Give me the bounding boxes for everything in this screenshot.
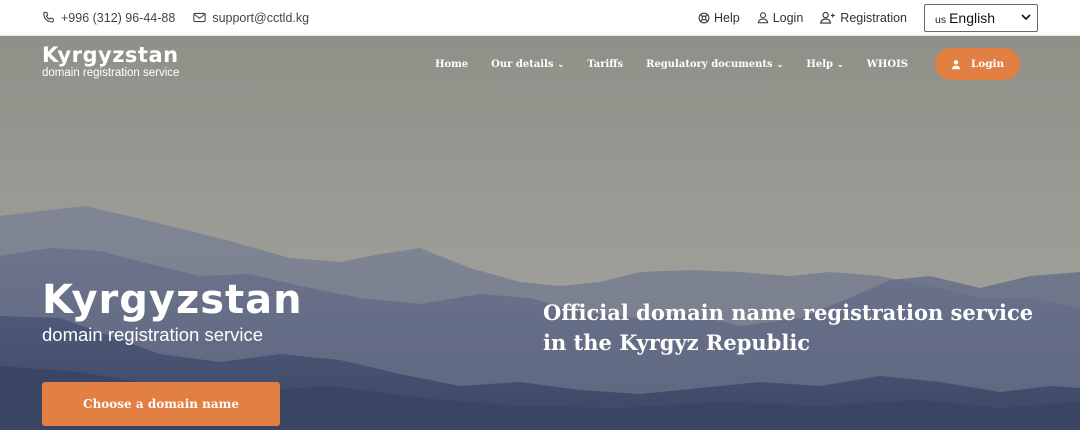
headline-line-1: Official domain name registration servic…: [543, 300, 1034, 325]
chevron-down-icon: ⌄: [557, 59, 565, 69]
registration-link-label: Registration: [840, 10, 907, 25]
login-link[interactable]: Login: [757, 10, 804, 25]
choose-domain-label: Choose a domain name: [83, 397, 239, 411]
phone-number: +996 (312) 96-44-88: [61, 10, 176, 25]
logo-title: Kyrgyzstan: [42, 43, 179, 67]
hero-section: Kyrgyzstan domain registration service H…: [0, 36, 1080, 430]
account-links: Help Login Registration us English: [681, 3, 1038, 32]
nav-item-our-details[interactable]: Our details ⌄: [491, 59, 564, 70]
email-address: support@cctld.kg: [212, 10, 310, 25]
language-selected: us English: [935, 10, 995, 26]
help-link[interactable]: Help: [698, 11, 740, 25]
hero-brand-tagline: domain registration service: [42, 324, 264, 345]
user-icon: [951, 59, 960, 69]
mountain-background: [0, 206, 1080, 430]
phone-contact[interactable]: +996 (312) 96-44-88: [42, 11, 175, 25]
lifebuoy-icon: [698, 12, 710, 23]
nav-login-label: Login: [970, 58, 1005, 70]
nav-item-label: Tariffs: [587, 58, 624, 70]
chevron-down-icon: [1021, 14, 1031, 21]
user-plus-icon: [820, 11, 836, 24]
phone-icon: [43, 11, 54, 23]
hero-brand: Kyrgyzstan domain registration service: [42, 278, 303, 346]
nav-item-help[interactable]: Help ⌄: [806, 59, 843, 70]
nav-item-home[interactable]: Home: [435, 59, 468, 70]
nav-item-label: Regulatory documents: [646, 58, 773, 70]
registration-link[interactable]: Registration: [820, 11, 907, 25]
nav-login-button[interactable]: Login: [935, 48, 1020, 80]
nav-item-label: Help: [806, 58, 833, 70]
nav-item-label: WHOIS: [866, 58, 908, 70]
email-contact[interactable]: support@cctld.kg: [193, 11, 309, 25]
language-label: English: [949, 9, 996, 26]
nav-item-regulatory-documents[interactable]: Regulatory documents ⌄: [646, 59, 783, 70]
choose-domain-button[interactable]: Choose a domain name: [42, 382, 280, 426]
login-link-label: Login: [772, 10, 804, 25]
hero-headline: Official domain name registration servic…: [543, 298, 1043, 358]
hero-brand-title: Kyrgyzstan: [42, 277, 303, 323]
mail-icon: [193, 12, 207, 23]
site-logo[interactable]: Kyrgyzstan domain registration service: [42, 44, 179, 80]
contact-info: +996 (312) 96-44-88 support@cctld.kg: [42, 11, 327, 25]
user-icon: [757, 12, 768, 24]
logo-tagline: domain registration service: [42, 67, 180, 79]
nav-item-label: Home: [435, 58, 469, 70]
nav-item-label: Our details: [491, 58, 554, 70]
headline-line-2: in the Kyrgyz Republic: [543, 330, 811, 355]
chevron-down-icon: ⌄: [837, 59, 844, 69]
language-code: us: [935, 13, 947, 26]
top-utility-bar: +996 (312) 96-44-88 support@cctld.kg Hel…: [0, 0, 1080, 36]
main-nav: Home Our details ⌄ Tariffs Regulatory do…: [412, 48, 1020, 80]
nav-item-tariffs[interactable]: Tariffs: [587, 59, 623, 70]
nav-item-whois[interactable]: WHOIS: [867, 59, 908, 70]
chevron-down-icon: ⌄: [776, 59, 784, 69]
language-select[interactable]: us English: [924, 3, 1038, 32]
help-link-label: Help: [713, 10, 740, 25]
